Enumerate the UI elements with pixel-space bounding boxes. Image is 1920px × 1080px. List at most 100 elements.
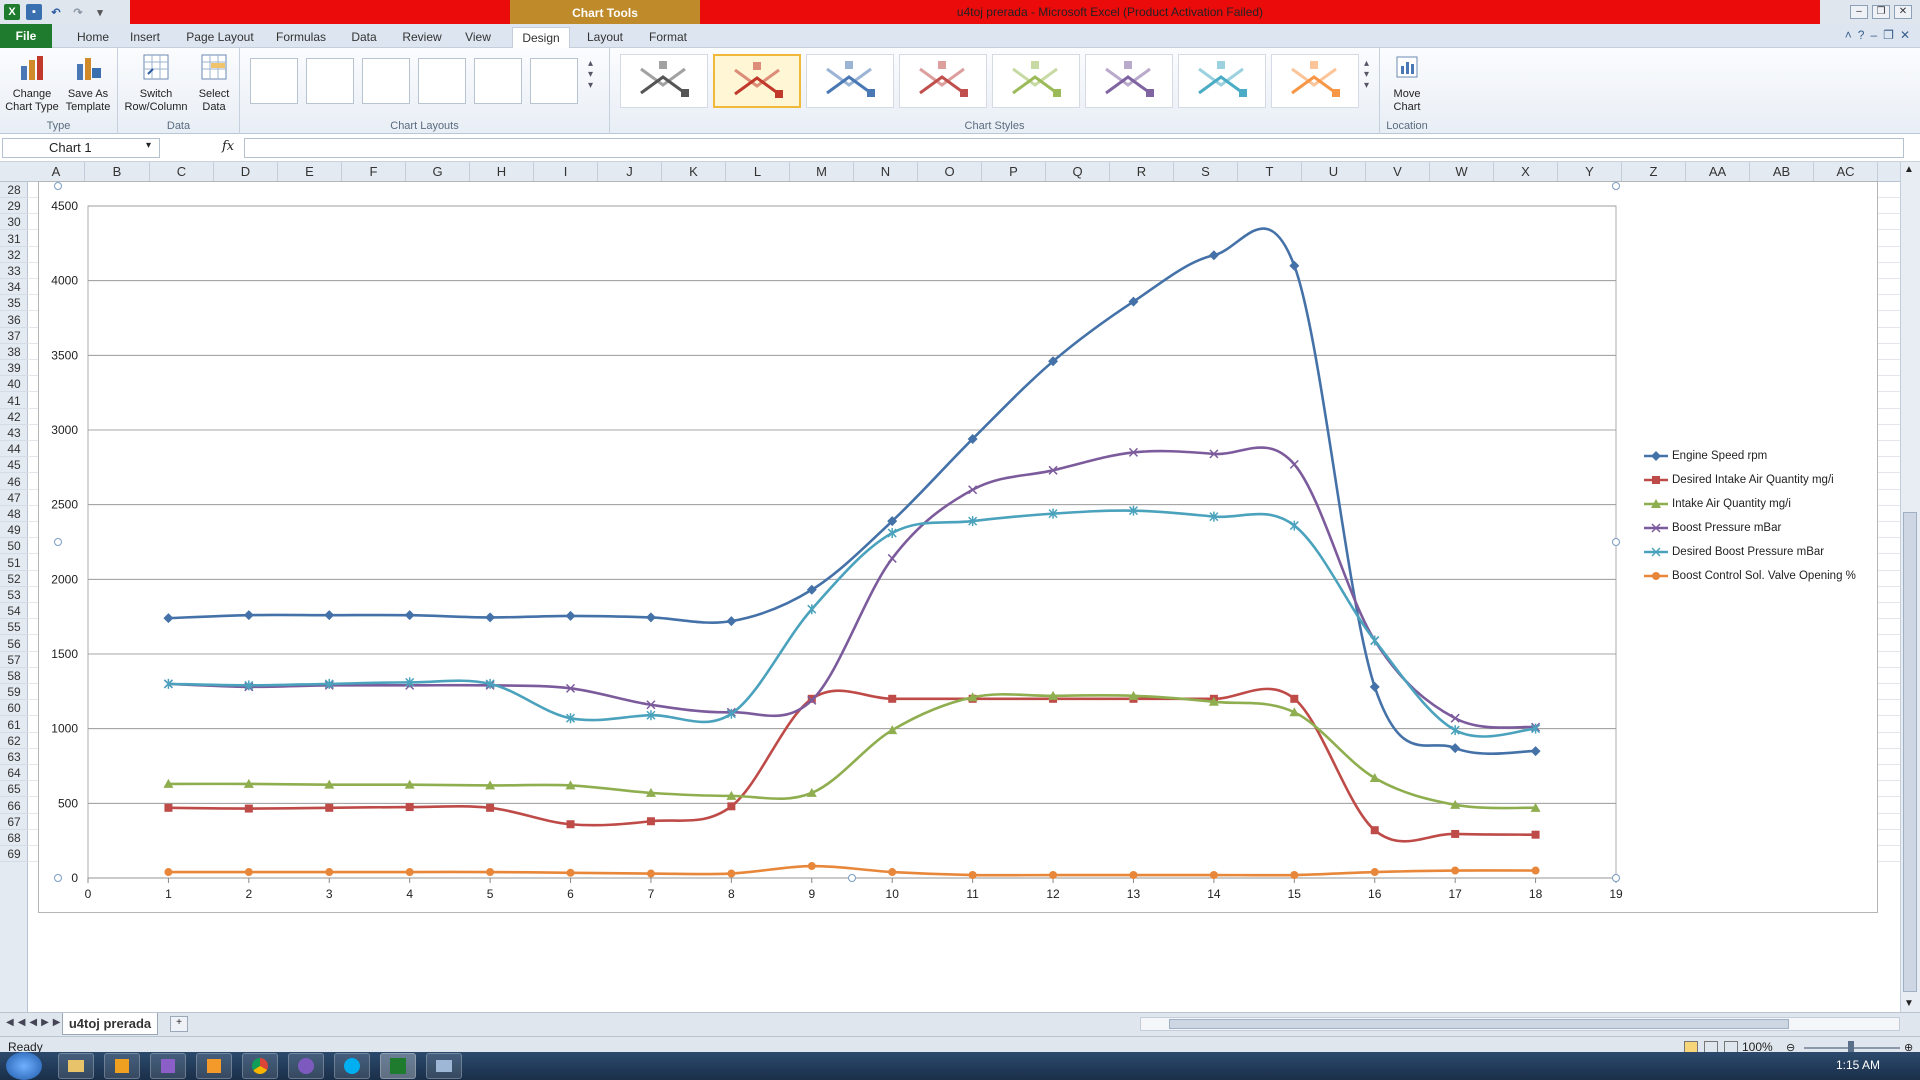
column-header-Y[interactable]: Y — [1558, 162, 1622, 182]
row-header-33[interactable]: 33 — [0, 263, 28, 279]
chart-layout-2[interactable] — [306, 58, 354, 104]
sheet-tab[interactable]: u4toj prerada — [62, 1013, 158, 1035]
row-header-48[interactable]: 48 — [0, 506, 28, 522]
column-header-I[interactable]: I — [534, 162, 598, 182]
change-chart-type-button[interactable]: Change Chart Type — [4, 52, 60, 114]
row-header-51[interactable]: 51 — [0, 555, 28, 571]
legend-entry-4[interactable]: Boost Pressure mBar — [1644, 516, 1884, 540]
column-header-U[interactable]: U — [1302, 162, 1366, 182]
column-header-K[interactable]: K — [662, 162, 726, 182]
column-header-Q[interactable]: Q — [1046, 162, 1110, 182]
chart-style-6[interactable] — [1085, 54, 1173, 108]
name-box[interactable]: Chart 1 — [2, 138, 160, 158]
column-header-F[interactable]: F — [342, 162, 406, 182]
close-icon[interactable]: ✕ — [1894, 5, 1912, 19]
chart-legend[interactable]: Engine Speed rpm Desired Intake Air Quant… — [1644, 444, 1884, 588]
column-header-T[interactable]: T — [1238, 162, 1302, 182]
switch-row-column-button[interactable]: Switch Row/Column — [122, 52, 190, 114]
tab-home[interactable]: Home — [70, 27, 116, 48]
row-header-52[interactable]: 52 — [0, 571, 28, 587]
column-header-O[interactable]: O — [918, 162, 982, 182]
move-chart-button[interactable]: Move Chart — [1384, 52, 1430, 114]
chart-style-7[interactable] — [1178, 54, 1266, 108]
row-header-64[interactable]: 64 — [0, 765, 28, 782]
tab-design[interactable]: Design — [512, 27, 570, 48]
column-header-E[interactable]: E — [278, 162, 342, 182]
row-header-63[interactable]: 63 — [0, 749, 28, 765]
row-header-67[interactable]: 67 — [0, 814, 28, 830]
column-header-W[interactable]: W — [1430, 162, 1494, 182]
row-header-37[interactable]: 37 — [0, 328, 28, 344]
chart-layout-5[interactable] — [474, 58, 522, 104]
column-header-G[interactable]: G — [406, 162, 470, 182]
tab-file[interactable]: File — [0, 24, 52, 48]
formula-input[interactable] — [244, 138, 1904, 158]
minimize-icon[interactable]: – — [1850, 5, 1868, 19]
vertical-scroll-thumb[interactable] — [1903, 512, 1917, 992]
row-header-45[interactable]: 45 — [0, 457, 28, 474]
taskbar-clock[interactable]: 1:15 AM — [1836, 1058, 1880, 1072]
horizontal-scrollbar[interactable] — [1140, 1017, 1900, 1031]
column-header-AB[interactable]: AB — [1750, 162, 1814, 182]
row-header-55[interactable]: 55 — [0, 619, 28, 636]
chart-style-3[interactable] — [806, 54, 894, 108]
row-header-47[interactable]: 47 — [0, 490, 28, 506]
row-header-34[interactable]: 34 — [0, 279, 28, 296]
remote-desktop-taskbar-icon[interactable] — [426, 1053, 462, 1079]
row-header-59[interactable]: 59 — [0, 684, 28, 701]
row-header-35[interactable]: 35 — [0, 295, 28, 312]
column-header-R[interactable]: R — [1110, 162, 1174, 182]
column-header-B[interactable]: B — [85, 162, 150, 182]
chart-layout-1[interactable] — [250, 58, 298, 104]
row-header-50[interactable]: 50 — [0, 538, 28, 555]
chart-layout-3[interactable] — [362, 58, 410, 104]
row-header-30[interactable]: 30 — [0, 214, 28, 231]
legend-entry-5[interactable]: Desired Boost Pressure mBar — [1644, 540, 1884, 564]
tab-data[interactable]: Data — [342, 27, 386, 48]
row-header-66[interactable]: 66 — [0, 798, 28, 814]
save-icon[interactable]: ▪ — [26, 4, 42, 20]
start-button-icon[interactable] — [6, 1052, 42, 1080]
column-header-Z[interactable]: Z — [1622, 162, 1686, 182]
doc-minimize-icon[interactable]: – — [1870, 28, 1877, 42]
save-as-template-button[interactable]: Save As Template — [62, 52, 114, 114]
column-header-V[interactable]: V — [1366, 162, 1430, 182]
restore-icon[interactable]: ❐ — [1872, 5, 1890, 19]
collapse-ribbon-icon[interactable]: ˄ — [1845, 28, 1852, 42]
row-header-40[interactable]: 40 — [0, 376, 28, 393]
chart-plot[interactable]: 0500100015002000250030003500400045000 1 2 3… — [38, 181, 1878, 913]
doc-restore-icon[interactable]: ❐ — [1883, 28, 1894, 42]
tab-format[interactable]: Format — [640, 27, 696, 48]
row-header-58[interactable]: 58 — [0, 668, 28, 684]
column-header-X[interactable]: X — [1494, 162, 1558, 182]
vertical-scrollbar[interactable]: ▲ ▼ — [1900, 162, 1920, 1014]
explorer-taskbar-icon[interactable] — [58, 1053, 94, 1079]
name-box-dropdown-icon[interactable]: ▾ — [146, 140, 151, 151]
customize-toolbar-icon[interactable]: ▾ — [92, 4, 108, 20]
row-header-53[interactable]: 53 — [0, 587, 28, 603]
column-header-AC[interactable]: AC — [1814, 162, 1878, 182]
column-header-D[interactable]: D — [214, 162, 278, 182]
row-header-69[interactable]: 69 — [0, 846, 28, 863]
chart-style-4[interactable] — [899, 54, 987, 108]
chart-layout-6[interactable] — [530, 58, 578, 104]
row-header-31[interactable]: 31 — [0, 231, 28, 247]
scroll-down-icon[interactable]: ▼ — [1904, 998, 1914, 1009]
row-header-29[interactable]: 29 — [0, 198, 28, 215]
chart-layout-4[interactable] — [418, 58, 466, 104]
chrome-taskbar-icon[interactable] — [242, 1053, 278, 1079]
column-header-M[interactable]: M — [790, 162, 854, 182]
chart-style-1[interactable] — [620, 54, 708, 108]
skype-taskbar-icon[interactable] — [334, 1053, 370, 1079]
tab-insert[interactable]: Insert — [122, 27, 168, 48]
styles-scroll-icon[interactable]: ▴ ▾ ▾ — [1364, 58, 1369, 91]
row-header-57[interactable]: 57 — [0, 652, 28, 668]
row-header-49[interactable]: 49 — [0, 522, 28, 539]
insert-sheet-icon[interactable]: + — [170, 1016, 188, 1032]
redo-icon[interactable]: ↷ — [70, 4, 86, 20]
column-header-N[interactable]: N — [854, 162, 918, 182]
row-header-39[interactable]: 39 — [0, 360, 28, 377]
tab-layout[interactable]: Layout — [580, 27, 630, 48]
row-header-28[interactable]: 28 — [0, 182, 28, 198]
tab-formulas[interactable]: Formulas — [268, 27, 334, 48]
